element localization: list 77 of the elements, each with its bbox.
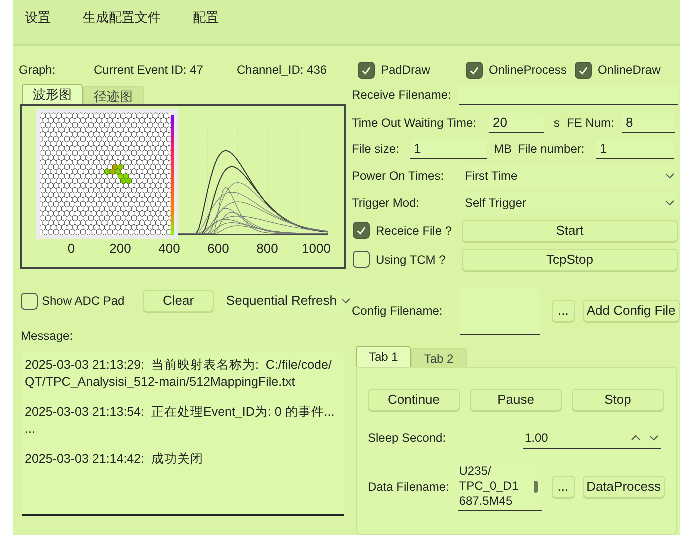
scroll-thumb[interactable] bbox=[534, 481, 538, 493]
checkbox-label: OnlineDraw bbox=[598, 62, 661, 79]
chevron-down-icon bbox=[665, 172, 675, 178]
axis-tick-label: 1000 bbox=[301, 240, 332, 258]
file-path-line: 687.5M45 bbox=[459, 494, 514, 509]
menu-item[interactable]: 配置 bbox=[193, 8, 219, 28]
control-button[interactable]: Continue bbox=[368, 389, 460, 411]
chevron-down-icon bbox=[665, 200, 675, 206]
axis-tick-label: 0 bbox=[66, 240, 76, 258]
check-icon bbox=[361, 64, 372, 76]
file-number-field[interactable]: 1 bbox=[596, 139, 674, 159]
checkbox[interactable] bbox=[466, 62, 483, 78]
current-event-id: Current Event ID: 47 bbox=[94, 62, 204, 79]
control-button[interactable]: Pause bbox=[470, 389, 562, 411]
chevron-down-icon bbox=[341, 298, 351, 304]
timeout-field[interactable]: 20 bbox=[489, 113, 544, 133]
checkbox[interactable] bbox=[358, 62, 375, 78]
start-button[interactable]: Start bbox=[462, 220, 678, 242]
checkbox[interactable] bbox=[353, 251, 370, 268]
message-label: Message: bbox=[21, 328, 74, 345]
field-label: File number: bbox=[518, 141, 586, 158]
tab[interactable]: Tab 1 bbox=[356, 346, 412, 367]
file-path-line: TPC_0_D1 bbox=[459, 479, 519, 494]
field-label: Trigger Mod: bbox=[352, 194, 421, 212]
unit-label: s bbox=[554, 115, 560, 132]
clear-button[interactable]: Clear bbox=[142, 290, 214, 312]
fe-num-field[interactable]: 8 bbox=[622, 113, 675, 133]
log-entry: 2025-03-03 21:13:29: 当前映射表名称为: C:/file/code/QT/TPC_Analysisi_512-main/512MappingFile.txt bbox=[25, 357, 333, 391]
add-config-file-button[interactable]: Add Config File bbox=[582, 300, 680, 322]
browse-button[interactable]: ... bbox=[552, 300, 575, 322]
axis-tick-label: 400 bbox=[158, 240, 182, 258]
axis-tick-label: 800 bbox=[256, 240, 280, 258]
log-entry: 2025-03-03 21:14:42: 成功关闭 bbox=[25, 451, 204, 468]
checkbox-label: PadDraw bbox=[381, 62, 430, 79]
check-icon bbox=[469, 64, 480, 76]
field-label: Receive Filename: bbox=[352, 87, 452, 104]
field-label: File size: bbox=[352, 141, 400, 158]
checkbox-label: Using TCM ? bbox=[376, 252, 446, 268]
checkbox-label: OnlineProcess bbox=[489, 62, 568, 79]
field-label: Time Out Waiting Time: bbox=[352, 115, 478, 132]
data-filename-field[interactable]: U235/ TPC_0_D1 687.5M45 bbox=[458, 463, 542, 511]
refresh-mode-dropdown[interactable]: Sequential Refresh bbox=[224, 290, 351, 312]
unit-label: MB bbox=[494, 141, 512, 158]
graph-tab[interactable]: 径迹图 bbox=[83, 86, 144, 104]
checkbox-label: Receice File ? bbox=[376, 222, 452, 240]
receive-filename-field[interactable] bbox=[459, 85, 678, 105]
field-label: Sleep Second: bbox=[368, 430, 448, 447]
checkbox[interactable] bbox=[21, 292, 38, 310]
menu-item[interactable]: 设置 bbox=[25, 8, 51, 28]
field-label: Data Filename: bbox=[368, 479, 450, 496]
config-filename-field[interactable] bbox=[460, 287, 540, 335]
power-on-dropdown[interactable]: First Time bbox=[462, 164, 678, 186]
axis-tick-label: 200 bbox=[108, 240, 132, 258]
checkbox[interactable] bbox=[353, 222, 370, 239]
channel-id: Channel_ID: 436 bbox=[237, 62, 328, 79]
check-icon bbox=[356, 225, 367, 236]
field-label: FE Num: bbox=[567, 115, 616, 132]
browse-button[interactable]: ... bbox=[552, 476, 575, 498]
graph-tab[interactable]: 波形图 bbox=[22, 84, 83, 104]
field-label: Power On Times: bbox=[352, 168, 446, 184]
axis-tick-label: 600 bbox=[206, 240, 230, 258]
check-icon bbox=[578, 64, 590, 76]
file-path-line: U235/ bbox=[459, 464, 492, 479]
menu-item[interactable]: 生成配置文件 bbox=[83, 8, 161, 28]
graph-label: Graph: bbox=[19, 62, 57, 79]
log-entry: 2025-03-03 21:13:54: 正在处理Event_ID为: 0 的事件... ... bbox=[25, 404, 336, 438]
checkbox-label: Show ADC Pad bbox=[42, 293, 125, 310]
chevron-up-icon bbox=[631, 434, 641, 440]
trigger-mode-dropdown[interactable]: Self Trigger bbox=[462, 192, 678, 214]
tab[interactable]: Tab 2 bbox=[411, 348, 467, 367]
data-process-button[interactable]: DataProcess bbox=[582, 476, 665, 498]
control-button[interactable]: Stop bbox=[572, 389, 664, 411]
field-label: Config Filename: bbox=[352, 303, 444, 320]
file-size-field[interactable]: 1 bbox=[410, 139, 487, 159]
chevron-down-icon bbox=[649, 434, 659, 440]
tcp-stop-button[interactable]: TcpStop bbox=[462, 248, 678, 270]
checkbox[interactable] bbox=[575, 62, 592, 78]
